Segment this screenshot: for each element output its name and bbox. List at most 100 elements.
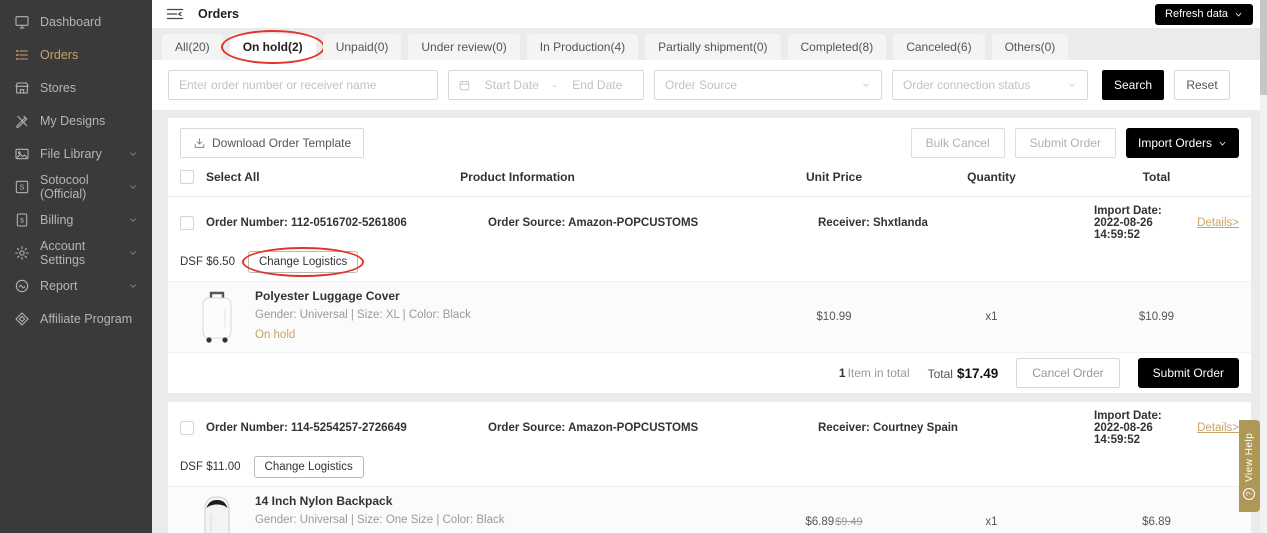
sidebar-item-label: Stores (40, 80, 77, 95)
tab-under-review[interactable]: Under review(0) (408, 34, 520, 60)
sidebar-item-report[interactable]: Report (0, 269, 152, 302)
order-receiver: Receiver: Shxtlanda (818, 217, 928, 229)
page-title: Orders (198, 7, 239, 21)
image-icon (14, 146, 30, 162)
tab-all[interactable]: All(20) (162, 34, 223, 60)
chevron-down-icon (128, 281, 138, 291)
quantity-cell: x1 (985, 516, 998, 528)
tab-in-production[interactable]: In Production(4) (526, 34, 639, 60)
download-icon (194, 137, 205, 148)
tab-on-hold[interactable]: On hold(2) (220, 30, 325, 64)
sidebar-item-billing[interactable]: $ Billing (0, 203, 152, 236)
orders-panel: Download Order Template Bulk Cancel Subm… (168, 118, 1251, 533)
tab-canceled[interactable]: Canceled(6) (893, 34, 985, 60)
change-logistics-button[interactable]: Change Logistics (241, 247, 365, 277)
sidebar-item-label: Orders (40, 47, 79, 62)
sidebar-item-sotocool[interactable]: S Sotocool (Official) (0, 170, 152, 203)
submit-order-button[interactable]: Submit Order (1137, 358, 1239, 388)
reset-button[interactable]: Reset (1174, 70, 1230, 100)
dashboard-icon (14, 14, 30, 30)
sidebar-item-dashboard[interactable]: Dashboard (0, 5, 152, 38)
scrollbar-thumb[interactable] (1260, 0, 1267, 95)
sidebar-item-label: Sotocool (Official) (40, 172, 89, 201)
order-logistics-row: DSF $6.50 Change Logistics (168, 247, 1251, 281)
submit-order-toolbar-button[interactable]: Submit Order (1014, 128, 1116, 158)
order-status-placeholder: Order connection status (903, 78, 1031, 92)
product-attributes: Gender: Universal | Size: XL | Color: Bl… (255, 309, 471, 321)
tab-unpaid[interactable]: Unpaid(0) (322, 34, 402, 60)
column-unit-price: Unit Price (805, 170, 862, 184)
sidebar-item-account-settings[interactable]: Account Settings (0, 236, 152, 269)
sidebar-item-my-designs[interactable]: My Designs (0, 104, 152, 137)
sidebar-item-label: Account Settings (40, 238, 86, 267)
order-details-link[interactable]: Details> (1175, 422, 1239, 434)
chevron-down-icon (128, 182, 138, 192)
tab-completed[interactable]: Completed(8) (787, 34, 887, 60)
vertical-scrollbar (1260, 0, 1267, 533)
chevron-down-icon (1069, 83, 1075, 87)
select-all-checkbox[interactable] (180, 170, 194, 184)
sidebar-item-label: File Library (40, 146, 102, 161)
unit-price-cell: $6.89$9.49 (805, 516, 863, 528)
report-icon (14, 278, 30, 294)
sidebar-item-stores[interactable]: Stores (0, 71, 152, 104)
order-source-select[interactable]: Order Source (654, 70, 882, 100)
order-header-row: Order Number: 112-0516702-5261806 Order … (168, 197, 1251, 249)
calendar-icon (459, 80, 470, 90)
refresh-data-label: Refresh data (1165, 8, 1228, 20)
order-total: Total $17.49 (927, 365, 999, 381)
filter-bar: Start Date - End Date Order Source Order… (152, 60, 1267, 110)
chevron-down-icon (128, 248, 138, 258)
toolbar-actions: Bulk Cancel Submit Order Import Orders (910, 128, 1239, 158)
chevron-down-icon (128, 215, 138, 225)
order-status-tabs: All(20) On hold(2) Unpaid(0) Under revie… (152, 28, 1267, 64)
top-bar: Orders Refresh data (152, 0, 1267, 28)
order-checkbox[interactable] (180, 216, 194, 230)
refresh-data-button[interactable]: Refresh data (1155, 3, 1253, 25)
order-checkbox[interactable] (180, 421, 194, 435)
product-text: Polyester Luggage Cover Gender: Universa… (255, 289, 471, 345)
end-date-placeholder: End Date (572, 78, 623, 92)
orders-icon (14, 47, 30, 63)
chevron-down-icon (1219, 141, 1226, 146)
orders-toolbar: Download Order Template Bulk Cancel Subm… (168, 118, 1251, 168)
search-input[interactable] (168, 70, 438, 100)
sidebar-item-affiliate-program[interactable]: Affiliate Program (0, 302, 152, 335)
gear-icon (14, 245, 30, 261)
change-logistics-button[interactable]: Change Logistics (253, 456, 364, 478)
download-order-template-button[interactable]: Download Order Template (180, 128, 365, 158)
collapse-sidebar-icon[interactable] (166, 7, 184, 21)
view-help-label: View Help (1244, 432, 1255, 482)
sidebar-item-file-library[interactable]: File Library (0, 137, 152, 170)
product-attributes: Gender: Universal | Size: One Size | Col… (255, 514, 505, 526)
total-cell: $10.99 (1138, 311, 1175, 323)
sidebar-item-label: Dashboard (40, 14, 102, 29)
order-details-link[interactable]: Details> (1175, 217, 1239, 229)
column-product-information: Product Information (460, 170, 575, 184)
order-source: Order Source: Amazon-POPCUSTOMS (488, 217, 699, 229)
tab-others[interactable]: Others(0) (991, 34, 1069, 60)
bulk-cancel-button[interactable]: Bulk Cancel (910, 128, 1005, 158)
svg-text:$: $ (20, 217, 24, 224)
order-connection-status-select[interactable]: Order connection status (892, 70, 1088, 100)
product-name: Polyester Luggage Cover (255, 289, 400, 303)
sotocool-icon: S (14, 179, 30, 195)
unit-price-cell: $10.99 (816, 311, 852, 323)
order-source: Order Source: Amazon-POPCUSTOMS (488, 422, 699, 434)
view-help-tab[interactable]: ? View Help (1239, 420, 1260, 512)
tab-partially-shipment[interactable]: Partially shipment(0) (645, 34, 781, 60)
search-button[interactable]: Search (1102, 70, 1164, 100)
product-status-badge: On hold (255, 329, 296, 341)
chevron-down-icon (863, 83, 869, 87)
order-header-row: Order Number: 114-5254257-2726649 Order … (168, 402, 1251, 454)
store-icon (14, 80, 30, 96)
import-orders-label: Import Orders (1137, 136, 1212, 150)
date-range-picker[interactable]: Start Date - End Date (448, 70, 644, 100)
product-name: 14 Inch Nylon Backpack (255, 494, 393, 508)
sidebar-item-orders[interactable]: Orders (0, 38, 152, 71)
import-orders-button[interactable]: Import Orders (1125, 128, 1239, 158)
order-import-date: Import Date: 2022-08-26 14:59:52 (1094, 410, 1162, 446)
order-source-placeholder: Order Source (665, 78, 738, 92)
cancel-order-button[interactable]: Cancel Order (1016, 358, 1120, 388)
order-item-row: Polyester Luggage Cover Gender: Universa… (168, 281, 1251, 353)
